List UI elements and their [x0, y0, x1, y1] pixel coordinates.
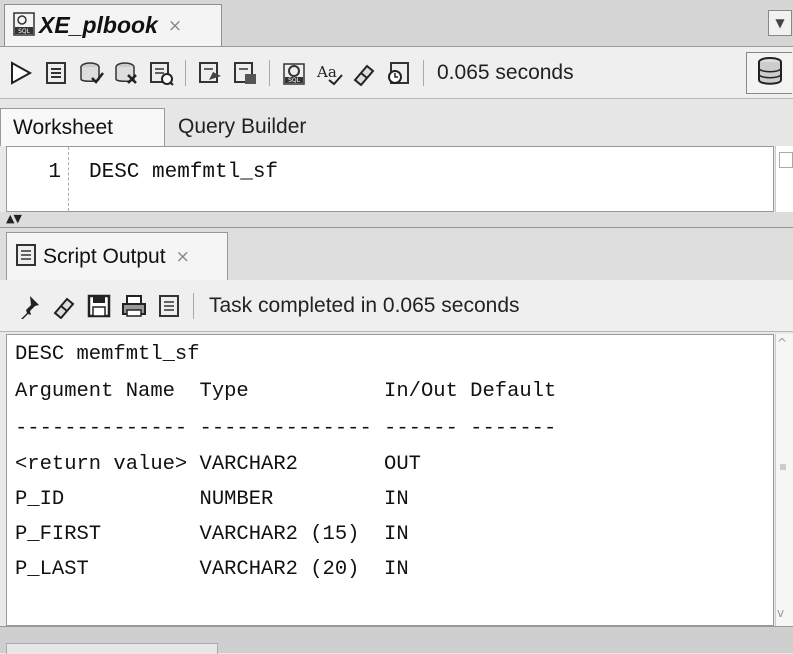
output-line: P_LAST VARCHAR2 (20) IN — [15, 558, 409, 581]
sql-tuning-icon[interactable] — [384, 58, 414, 88]
sql-file-icon: SQL — [13, 11, 35, 40]
close-icon[interactable]: × — [176, 247, 190, 267]
autotrace-icon[interactable] — [230, 58, 260, 88]
svg-text:Aa: Aa — [316, 63, 337, 81]
rollback-icon[interactable] — [111, 58, 141, 88]
bottom-panel-bar — [0, 626, 793, 654]
output-line: DESC memfmtl_sf — [15, 343, 200, 366]
output-line: Argument Name Type In/Out Default — [15, 380, 557, 403]
worksheet-toolbar: SQL Aa 0.065 seconds — [0, 47, 793, 99]
toolbar-separator — [269, 59, 270, 86]
scroll-down-icon[interactable]: v — [777, 606, 784, 620]
execution-time: 0.065 seconds — [437, 60, 574, 84]
tab-worksheet-label: Worksheet — [13, 115, 113, 139]
commit-icon[interactable] — [76, 58, 106, 88]
clear-output-icon[interactable] — [49, 291, 79, 321]
output-line: <return value> VARCHAR2 OUT — [15, 453, 421, 476]
script-output-pane[interactable]: DESC memfmtl_sf Argument Name Type In/Ou… — [6, 334, 774, 626]
svg-text:SQL: SQL — [18, 28, 31, 35]
bottom-tab[interactable] — [6, 643, 218, 654]
script-output-icon — [15, 243, 37, 271]
tab-script-output[interactable]: Script Output × — [6, 232, 228, 280]
task-status: Task completed in 0.065 seconds — [209, 293, 520, 317]
run-statement-icon[interactable] — [6, 58, 36, 88]
sql-editor[interactable]: 1 DESC memfmtl_sf — [6, 146, 774, 212]
panel-splitter[interactable]: ▲▼ — [0, 212, 793, 228]
tab-list-dropdown[interactable]: ▼ — [768, 10, 792, 36]
close-icon[interactable]: × — [168, 16, 182, 36]
run-script-icon[interactable] — [41, 58, 71, 88]
output-toolbar: Task completed in 0.065 seconds — [0, 280, 793, 332]
pin-icon[interactable] — [14, 291, 44, 321]
tab-query-builder-label: Query Builder — [178, 115, 307, 138]
sql-code-line[interactable]: DESC memfmtl_sf — [89, 161, 278, 184]
sql-history-icon[interactable]: SQL — [279, 58, 309, 88]
editor-scrollbar[interactable] — [775, 146, 793, 212]
output-line: P_ID NUMBER IN — [15, 488, 409, 511]
save-icon[interactable] — [84, 291, 114, 321]
tab-query-builder[interactable]: Query Builder — [166, 108, 346, 146]
tab-worksheet[interactable]: Worksheet — [0, 108, 165, 146]
svg-text:SQL: SQL — [288, 77, 301, 84]
chevron-down-icon: ▼ — [775, 16, 785, 30]
explain-plan-icon[interactable] — [195, 58, 225, 88]
document-tab[interactable]: SQL XE_plbook × — [4, 4, 222, 46]
print-icon[interactable] — [119, 291, 149, 321]
connection-selector[interactable] — [746, 52, 792, 94]
toolbar-separator — [193, 292, 194, 319]
change-case-icon[interactable]: Aa — [314, 58, 344, 88]
line-number: 1 — [48, 161, 61, 184]
document-icon[interactable] — [154, 291, 184, 321]
unshared-worksheet-icon[interactable] — [146, 58, 176, 88]
toolbar-separator — [423, 59, 424, 86]
document-tab-title: XE_plbook — [39, 12, 158, 38]
database-icon — [757, 56, 783, 90]
output-scrollbar[interactable]: ^ v — [775, 334, 793, 626]
output-line: -------------- -------------- ------ ---… — [15, 417, 557, 440]
script-output-label: Script Output — [43, 244, 166, 268]
output-line: P_FIRST VARCHAR2 (15) IN — [15, 523, 409, 546]
toolbar-separator — [185, 59, 186, 86]
eraser-icon[interactable] — [349, 58, 379, 88]
splitter-arrows-icon[interactable]: ▲▼ — [6, 212, 22, 226]
scroll-up-icon[interactable]: ^ — [777, 336, 787, 350]
